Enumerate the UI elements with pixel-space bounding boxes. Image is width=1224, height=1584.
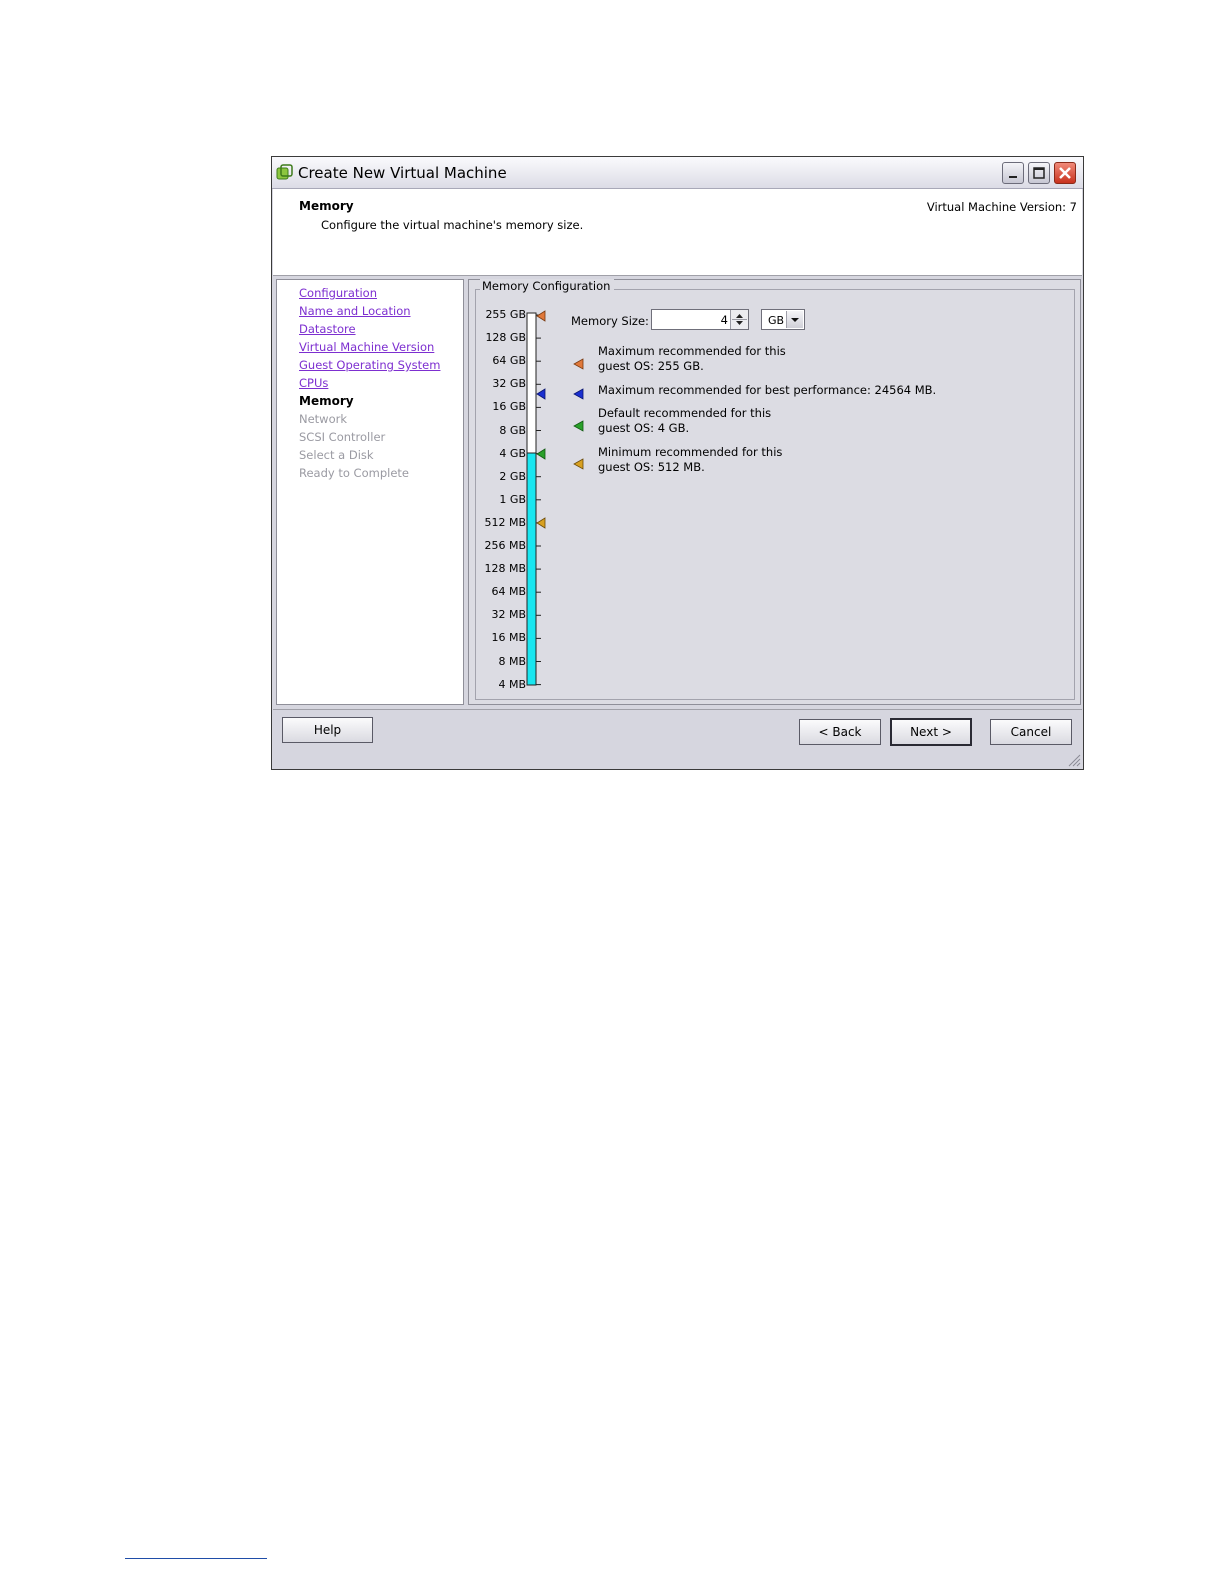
memory-config-label: Memory Configuration [480, 279, 615, 293]
memory-size-value: 4 [720, 313, 728, 327]
scale-label: 1 GB [499, 492, 526, 506]
nav-step-configuration[interactable]: Configuration [299, 286, 377, 300]
nav-step-datastore[interactable]: Datastore [299, 322, 356, 336]
nav-step-cpus[interactable]: CPUs [299, 376, 328, 390]
nav-step-name-location[interactable]: Name and Location [299, 304, 411, 318]
legend-min-os-icon [573, 458, 584, 470]
wizard-header: Memory Configure the virtual machine's m… [273, 189, 1082, 276]
scale-label: 2 GB [499, 469, 526, 483]
help-button[interactable]: Help [282, 717, 373, 743]
scale-label: 128 MB [484, 562, 526, 576]
nav-step-vm-version[interactable]: Virtual Machine Version [299, 340, 434, 354]
memory-content-panel [468, 279, 1081, 705]
legend-min-os-line1: Minimum recommended for this [598, 445, 783, 459]
default-marker-icon [536, 448, 546, 460]
nav-step-ready: Ready to Complete [299, 466, 409, 480]
window-title: Create New Virtual Machine [298, 164, 507, 182]
maximize-icon [1033, 167, 1045, 179]
scale-label: 512 MB [484, 515, 526, 529]
memory-unit-select[interactable]: GB [761, 309, 805, 330]
scale-label: 8 MB [498, 654, 526, 668]
min-os-marker-icon [536, 517, 546, 529]
legend-default-line1: Default recommended for this [598, 406, 772, 420]
legend-max-performance-icon [573, 388, 584, 400]
dropdown-arrow[interactable] [786, 311, 803, 328]
page-subtitle: Configure the virtual machine's memory s… [321, 218, 584, 232]
scale-label: 4 GB [499, 446, 526, 460]
memory-size-spinner[interactable] [730, 310, 748, 329]
title-bar[interactable]: Create New Virtual Machine [272, 157, 1083, 189]
memory-unit-value: GB [768, 314, 785, 327]
scale-label: 4 MB [498, 677, 526, 691]
nav-step-scsi-controller: SCSI Controller [299, 430, 386, 444]
memory-slider[interactable] [524, 305, 554, 687]
minimize-button[interactable] [1002, 162, 1024, 184]
max-os-marker-icon [536, 310, 546, 322]
maximize-button[interactable] [1028, 162, 1050, 184]
scale-label: 32 GB [492, 377, 526, 391]
slider-fill [526, 452, 537, 686]
minimize-icon [1009, 176, 1017, 178]
legend-min-os-line2: guest OS: 512 MB. [598, 460, 705, 474]
nav-step-memory: Memory [299, 394, 354, 408]
memory-size-input[interactable]: 4 [651, 309, 749, 330]
close-button[interactable] [1054, 162, 1076, 184]
chevron-down-icon [791, 318, 799, 322]
legend-max-os-icon [573, 358, 584, 370]
vm-app-icon [276, 164, 293, 180]
scale-label: 255 GB [485, 308, 526, 321]
legend-default-icon [573, 420, 584, 432]
close-icon [1059, 167, 1071, 179]
nav-step-network: Network [299, 412, 348, 426]
cancel-button[interactable]: Cancel [990, 719, 1072, 745]
nav-step-select-disk: Select a Disk [299, 448, 374, 462]
scale-label: 16 MB [491, 631, 526, 645]
max-performance-marker-icon [536, 388, 546, 400]
scale-label: 16 GB [492, 400, 526, 414]
vm-version-label: Virtual Machine Version: 7 [926, 200, 1077, 214]
page-title: Memory [299, 199, 354, 213]
slider-ticks [536, 314, 541, 686]
scale-label: 256 MB [484, 539, 526, 552]
back-button[interactable]: < Back [799, 719, 881, 745]
legend-max-os-line1: Maximum recommended for this [598, 344, 786, 358]
scale-label: 128 GB [485, 331, 526, 345]
scale-label: 8 GB [499, 423, 526, 437]
memory-size-label: Memory Size: [571, 314, 649, 328]
scale-label: 64 GB [492, 354, 526, 368]
legend-max-performance-text: Maximum recommended for best performance… [598, 383, 937, 397]
next-button[interactable]: Next > [890, 718, 972, 746]
scale-label: 32 MB [491, 608, 526, 622]
legend-max-os-line2: guest OS: 255 GB. [598, 359, 704, 373]
legend-default-line2: guest OS: 4 GB. [598, 421, 690, 435]
create-vm-window: Create New Virtual Machine Memory Config… [271, 156, 1084, 770]
nav-step-guest-os[interactable]: Guest Operating System [299, 358, 440, 372]
wizard-steps-nav: Configuration Name and Location Datastor… [276, 279, 464, 705]
footer-divider [273, 709, 1082, 710]
spinner-arrows-icon [732, 314, 747, 325]
scale-label: 64 MB [491, 585, 526, 599]
resize-grip-icon[interactable] [1067, 753, 1081, 767]
footnote-separator [125, 1558, 267, 1559]
